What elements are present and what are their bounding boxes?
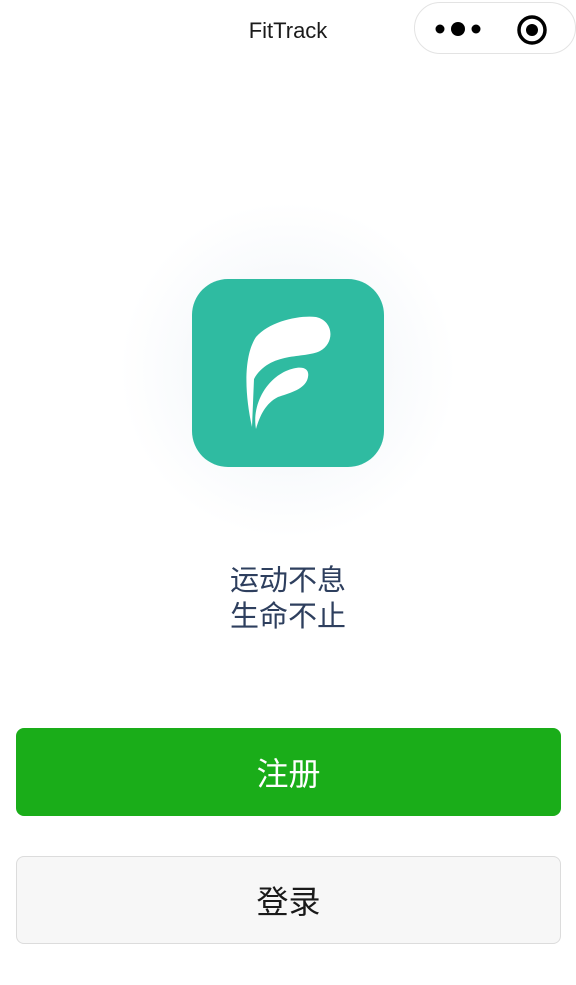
more-dots-icon [435,22,481,36]
slogan-line-1: 运动不息 [229,563,346,597]
menu-capsule [414,2,576,54]
login-button[interactable]: 登录 [16,856,561,944]
slogan-line-2: 生命不止 [229,599,346,633]
register-button-label: 注册 [256,755,321,793]
fittrack-logo-icon [192,279,384,467]
register-button[interactable]: 注册 [16,728,561,816]
slogan: 运动不息 生命不止 [0,562,576,634]
more-button[interactable] [431,15,487,43]
target-close-icon [517,15,547,45]
close-miniprogram-button[interactable] [515,13,549,47]
login-button-label: 登录 [256,883,321,921]
screen: FitTrack 运动不息 生命不止 注册 登录 [0,0,576,985]
navigation-bar: FitTrack [0,0,576,66]
